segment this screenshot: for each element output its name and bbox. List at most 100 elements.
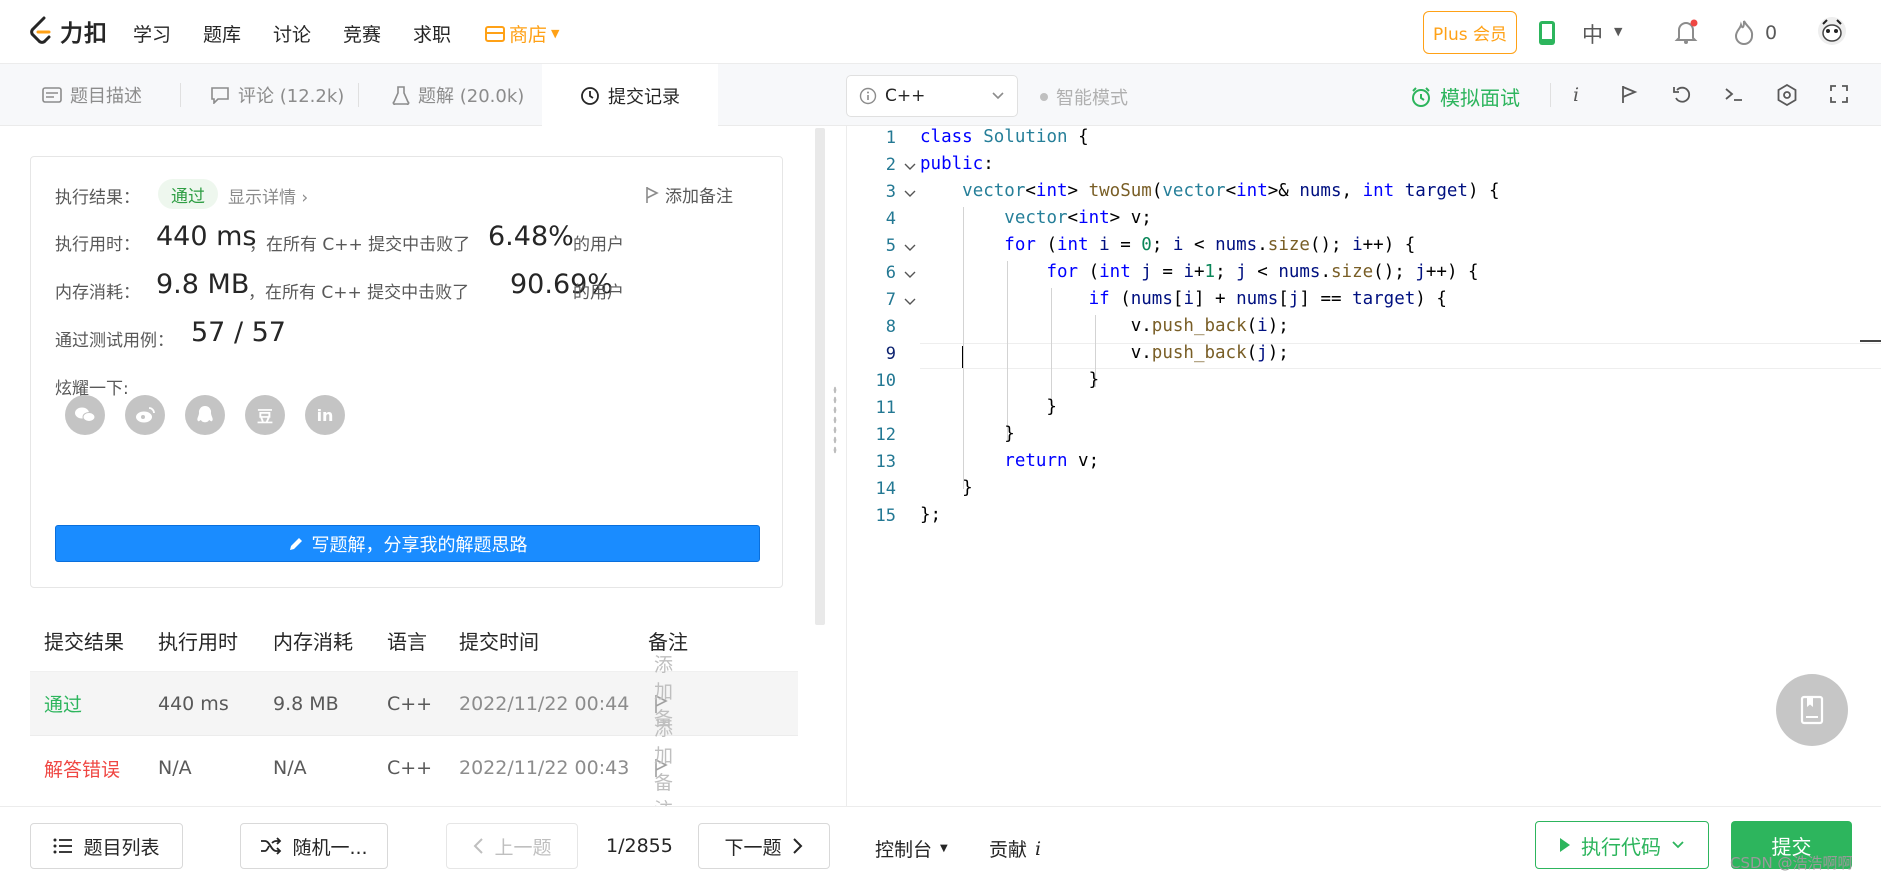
reset-icon[interactable] xyxy=(1672,84,1692,104)
row-add-note-button[interactable]: 添加备注 xyxy=(654,654,673,757)
row-submitted: 2022/11/22 00:44 xyxy=(459,692,630,715)
tab-comments-label: 评论 (12.2k) xyxy=(238,86,345,107)
logo-text: 力扣 xyxy=(60,21,108,47)
caret-down-icon: ▼ xyxy=(940,843,948,854)
row-status[interactable]: 解答错误 xyxy=(44,755,120,782)
code-line[interactable]: }; xyxy=(920,505,941,525)
tab-solutions[interactable]: 题解 (20.0k) xyxy=(392,64,524,126)
code-line[interactable]: } xyxy=(920,424,1015,444)
bell-icon[interactable] xyxy=(1672,18,1700,46)
wechat-icon[interactable] xyxy=(65,395,105,435)
code-line[interactable]: if (nums[i] + nums[j] == target) { xyxy=(920,289,1447,309)
row-add-note-button[interactable]: 添加备注 xyxy=(654,718,673,821)
prev-problem-button[interactable]: 上一题 xyxy=(446,823,578,869)
code-line[interactable]: return v; xyxy=(920,451,1099,471)
code-line[interactable]: vector<int> v; xyxy=(920,208,1152,228)
ai-mode-toggle[interactable]: 智能模式 xyxy=(1040,84,1128,110)
row-language: C++ xyxy=(387,692,433,715)
mock-interview-button[interactable]: 模拟面试 xyxy=(1410,82,1520,111)
chevron-right-icon xyxy=(792,838,802,854)
runtime-percentile: 6.48% xyxy=(488,221,574,252)
info-icon xyxy=(859,87,877,105)
resize-handle[interactable] xyxy=(833,385,837,455)
code-line[interactable]: for (int j = i+1; j < nums.size(); j++) … xyxy=(920,262,1478,282)
write-solution-label: 写题解，分享我的解题思路 xyxy=(311,534,528,556)
table-row[interactable]: 解答错误 N/A N/A C++ 2022/11/22 00:43 添加备注 xyxy=(30,718,798,821)
plus-member-button[interactable]: Plus 会员 xyxy=(1423,11,1517,54)
nav-item-store[interactable]: 商店 ▼ xyxy=(485,20,559,47)
row-status[interactable]: 通过 xyxy=(44,690,82,717)
avatar[interactable] xyxy=(1817,16,1847,46)
language-select[interactable]: C++ xyxy=(846,75,1018,117)
code-line[interactable]: } xyxy=(920,397,1057,417)
panel-tabbar: 题目描述 评论 (12.2k) 题解 (20.0k) 提交记录 C++ 智能模式… xyxy=(0,64,1881,127)
nav-item-discuss[interactable]: 讨论 xyxy=(273,20,311,47)
add-note-button[interactable]: 添加备注 xyxy=(645,182,733,207)
fullscreen-icon[interactable] xyxy=(1829,84,1849,104)
nav-item-problems[interactable]: 题库 xyxy=(203,20,241,47)
leetcode-logo[interactable]: 力扣 xyxy=(28,14,108,48)
flask-icon xyxy=(392,86,410,105)
chevron-down-icon: ▼ xyxy=(551,27,560,40)
tab-description[interactable]: 题目描述 xyxy=(42,64,142,126)
tab-divider xyxy=(358,83,359,107)
flag-icon[interactable] xyxy=(1620,84,1638,104)
row-language: C++ xyxy=(387,757,433,779)
code-line[interactable]: v.push_back(j); xyxy=(920,343,1289,363)
show-details-link[interactable]: 显示详情 › xyxy=(228,183,308,208)
weibo-icon[interactable] xyxy=(125,395,165,435)
fold-chevron-icon[interactable] xyxy=(903,268,917,282)
pencil-icon xyxy=(289,537,302,550)
fold-chevron-icon[interactable] xyxy=(903,187,917,201)
next-problem-button[interactable]: 下一题 xyxy=(698,823,830,869)
fold-chevron-icon[interactable] xyxy=(903,160,917,174)
row-runtime: N/A xyxy=(158,757,192,779)
info-italic-icon: i xyxy=(1035,837,1042,860)
nav-item-learn[interactable]: 学习 xyxy=(133,20,171,47)
notes-fab-button[interactable] xyxy=(1776,674,1848,746)
console-toggle[interactable]: 控制台 ▼ xyxy=(875,835,948,862)
code-line[interactable]: v.push_back(i); xyxy=(920,316,1289,336)
settings-icon[interactable] xyxy=(1776,84,1798,106)
fold-chevron-icon[interactable] xyxy=(903,241,917,255)
table-row[interactable]: 通过 440 ms 9.8 MB C++ 2022/11/22 00:44 添加… xyxy=(30,654,798,757)
tab-submissions[interactable]: 提交记录 xyxy=(542,64,718,127)
code-line[interactable]: public: xyxy=(920,154,994,174)
contribute-label: 贡献 xyxy=(989,839,1028,861)
info-italic-icon[interactable]: i xyxy=(1573,84,1579,106)
nav-item-contest[interactable]: 竞赛 xyxy=(343,20,381,47)
line-number: 14 xyxy=(875,479,896,499)
language-switch[interactable]: 中 xyxy=(1582,19,1603,49)
next-problem-label: 下一题 xyxy=(724,836,782,859)
testcases-label: 通过测试用例： xyxy=(55,331,174,351)
linkedin-icon[interactable]: in xyxy=(305,395,345,435)
code-line[interactable]: class Solution { xyxy=(920,127,1089,147)
write-solution-button[interactable]: 写题解，分享我的解题思路 xyxy=(55,525,760,562)
flame-icon[interactable] xyxy=(1733,19,1755,45)
language-chevron-icon[interactable]: ▼ xyxy=(1614,25,1622,38)
tab-comments[interactable]: 评论 (12.2k) xyxy=(210,64,344,126)
mobile-icon[interactable] xyxy=(1538,20,1556,46)
code-line[interactable]: } xyxy=(920,370,1100,390)
mock-interview-label: 模拟面试 xyxy=(1440,86,1520,110)
code-line[interactable]: } xyxy=(920,478,973,498)
code-line[interactable]: vector<int> twoSum(vector<int>& nums, in… xyxy=(920,181,1499,201)
header-memory: 内存消耗 xyxy=(273,630,353,654)
top-navbar: 力扣 学习 题库 讨论 竞赛 求职 商店 ▼ Plus 会员 中 ▼ 0 xyxy=(0,0,1881,64)
random-problem-button[interactable]: 随机一... xyxy=(240,823,388,869)
random-problem-label: 随机一... xyxy=(292,836,368,859)
nav-item-jobs[interactable]: 求职 xyxy=(413,20,451,47)
language-value: C++ xyxy=(885,86,926,106)
fold-chevron-icon[interactable] xyxy=(903,295,917,309)
line-number: 11 xyxy=(875,398,896,418)
contribute-link[interactable]: 贡献 i xyxy=(989,835,1041,862)
douban-icon[interactable]: 豆 xyxy=(245,395,285,435)
terminal-icon[interactable] xyxy=(1724,84,1744,104)
code-line[interactable]: for (int i = 0; i < nums.size(); i++) { xyxy=(920,235,1415,255)
problem-list-button[interactable]: 题目列表 xyxy=(30,823,183,869)
left-scrollbar[interactable] xyxy=(815,128,825,625)
qq-icon[interactable] xyxy=(185,395,225,435)
overview-ruler-mark xyxy=(1860,340,1881,342)
run-code-button[interactable]: 执行代码 xyxy=(1535,821,1709,869)
points-count: 0 xyxy=(1765,22,1778,44)
